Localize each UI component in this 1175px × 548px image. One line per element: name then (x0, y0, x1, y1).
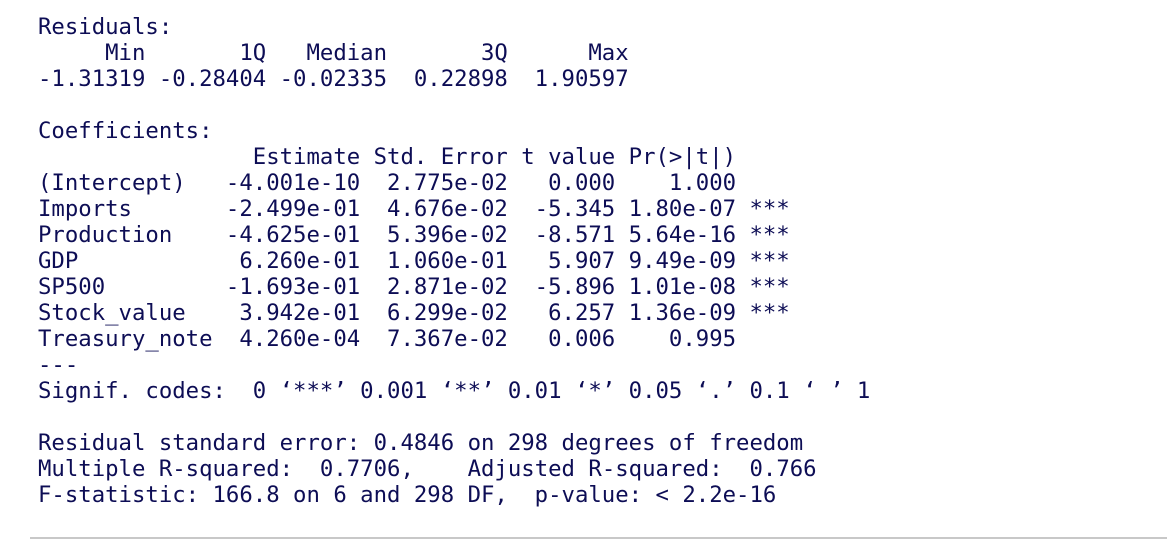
coefficients-separator: --- (38, 352, 79, 378)
r-squared-line: Multiple R-squared: 0.7706, Adjusted R-s… (38, 456, 831, 482)
residuals-header: Min 1Q Median 3Q Max (38, 40, 643, 66)
bottom-divider (30, 537, 1167, 539)
coefficients-header: Estimate Std. Error t value Pr(>|t|) (38, 144, 790, 170)
coefficient-row-treasury-note: Treasury_note 4.260e-04 7.367e-02 0.006 … (38, 326, 790, 352)
coefficient-row-intercept: (Intercept) -4.001e-10 2.775e-02 0.000 1… (38, 170, 790, 196)
residuals-values: -1.31319 -0.28404 -0.02335 0.22898 1.905… (38, 66, 643, 92)
residuals-title: Residuals: (38, 14, 173, 40)
coefficient-row-gdp: GDP 6.260e-01 1.060e-01 5.907 9.49e-09 *… (38, 248, 790, 274)
coefficient-row-stock-value: Stock_value 3.942e-01 6.299e-02 6.257 1.… (38, 300, 790, 326)
f-statistic-line: F-statistic: 166.8 on 6 and 298 DF, p-va… (38, 482, 777, 508)
coefficient-row-imports: Imports -2.499e-01 4.676e-02 -5.345 1.80… (38, 196, 790, 222)
coefficient-row-production: Production -4.625e-01 5.396e-02 -8.571 5… (38, 222, 790, 248)
coefficient-row-sp500: SP500 -1.693e-01 2.871e-02 -5.896 1.01e-… (38, 274, 790, 300)
coefficients-title: Coefficients: (38, 118, 213, 144)
r-console-output: Residuals: Min 1Q Median 3Q Max -1.31319… (0, 0, 1175, 548)
residual-standard-error: Residual standard error: 0.4846 on 298 d… (38, 430, 804, 456)
signif-codes-legend: Signif. codes: 0 ‘***’ 0.001 ‘**’ 0.01 ‘… (38, 378, 871, 404)
